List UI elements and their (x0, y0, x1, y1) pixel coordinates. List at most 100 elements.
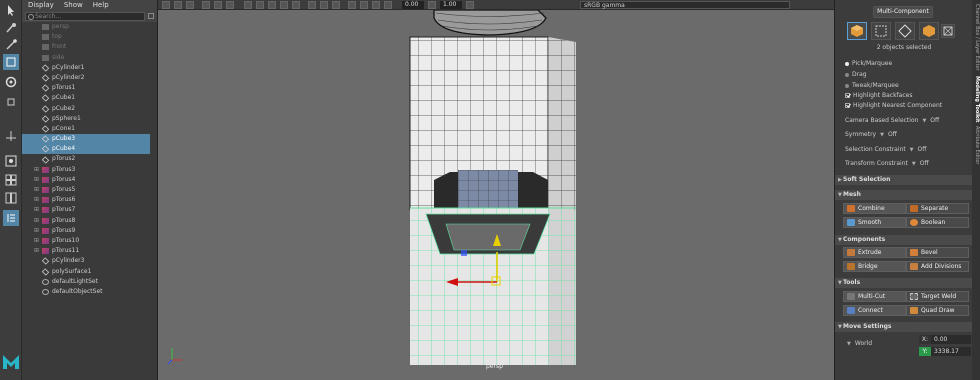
extrude-button[interactable]: Extrude (843, 247, 906, 258)
smooth-button[interactable]: Smooth (843, 217, 906, 228)
pick-marquee-option[interactable]: Pick/Marquee (845, 60, 892, 67)
outliner-item[interactable]: ⊞ pTorus5 (22, 185, 150, 195)
y-value-field[interactable]: 3338.17 (931, 347, 971, 356)
object-mode-icon[interactable] (847, 22, 867, 40)
paint-select-tool-icon[interactable] (3, 36, 19, 52)
outliner-item[interactable]: front (22, 42, 150, 52)
gamma-icon[interactable] (428, 1, 436, 9)
face-mode-icon[interactable] (919, 22, 939, 40)
textured-icon[interactable] (280, 1, 288, 9)
menu-show[interactable]: Show (64, 0, 83, 10)
wireframe-icon[interactable] (244, 1, 252, 9)
outliner-item[interactable]: ⊞ pTorus11 (22, 246, 150, 256)
add-divisions-button[interactable]: Add Divisions (906, 261, 969, 272)
expand-toggle-icon[interactable]: ⊞ (34, 236, 40, 246)
highlight-backfaces-checkbox[interactable]: Highlight Backfaces (845, 92, 912, 99)
rotate-tool-icon[interactable] (3, 74, 19, 90)
resolution-gate-icon[interactable] (226, 1, 234, 9)
shadows-icon[interactable] (308, 1, 316, 9)
two-pane-layout-icon[interactable] (3, 190, 19, 206)
color-space-select[interactable]: sRGB gamma (580, 1, 790, 9)
bridge-button[interactable]: Bridge (843, 261, 906, 272)
camera-based-selection-row[interactable]: Camera Based Selection ▼ Off (845, 117, 939, 124)
menu-display[interactable]: Display (28, 0, 54, 10)
tab-attribute-editor[interactable]: Attribute Editor (972, 126, 980, 164)
menu-help[interactable]: Help (93, 0, 109, 10)
highlight-nearest-checkbox[interactable]: Highlight Nearest Component (845, 102, 942, 109)
outliner-item[interactable]: ⊞ pTorus9 (22, 226, 150, 236)
outliner-item[interactable]: polySurface1 (22, 267, 150, 277)
outliner-item[interactable]: defaultObjectSet (22, 287, 150, 297)
bookmark-icon[interactable] (174, 1, 182, 9)
tweak-marquee-option[interactable]: Tweak/Marquee (845, 82, 899, 89)
outliner-item[interactable]: side (22, 53, 150, 63)
tools-section-header[interactable]: ▼ Tools (835, 278, 973, 288)
outliner-search-input[interactable]: Search... (25, 11, 145, 21)
outliner-item[interactable]: ⊞ pTorus7 (22, 205, 150, 215)
move-tool-icon[interactable] (3, 54, 19, 70)
anti-aliasing-icon[interactable] (332, 1, 340, 9)
expand-toggle-icon[interactable]: ⊞ (34, 185, 40, 195)
tab-channel-box[interactable]: Channel Box / Layer Editor (972, 4, 980, 71)
search-options-icon[interactable] (148, 13, 154, 19)
outliner-item[interactable]: pCube3 (22, 134, 150, 145)
x-value-field[interactable]: 0.00 (931, 335, 971, 344)
single-pane-layout-icon[interactable] (3, 153, 19, 169)
outliner-item[interactable]: defaultLightSet (22, 277, 150, 287)
perspective-viewport[interactable]: persp (158, 10, 834, 380)
smooth-shade-icon[interactable] (256, 1, 264, 9)
outliner-item[interactable]: pCylinder3 (22, 256, 150, 266)
outliner-item[interactable]: top (22, 32, 150, 42)
vertex-mode-icon[interactable] (871, 22, 891, 40)
wireframe-on-shaded-icon[interactable] (268, 1, 276, 9)
exposure-field[interactable]: 0.00 (402, 1, 424, 9)
film-gate-icon[interactable] (214, 1, 222, 9)
camera-attributes-icon[interactable] (162, 1, 170, 9)
outliner-item[interactable]: pTorus2 (22, 154, 150, 164)
multi-component-button[interactable]: Multi-Component (873, 6, 933, 18)
select-tool-icon[interactable] (3, 2, 19, 18)
expand-toggle-icon[interactable]: ⊞ (34, 205, 40, 215)
xray-joints-icon[interactable] (372, 1, 380, 9)
mesh-section-header[interactable]: ▼ Mesh (835, 190, 973, 200)
uv-mode-icon[interactable] (941, 24, 955, 38)
combine-button[interactable]: Combine (843, 203, 906, 214)
edge-mode-icon[interactable] (895, 22, 915, 40)
symmetry-row[interactable]: Symmetry ▼ Off (845, 131, 897, 138)
boolean-button[interactable]: Boolean (906, 217, 969, 228)
separate-button[interactable]: Separate (906, 203, 969, 214)
grid-toggle-icon[interactable] (202, 1, 210, 9)
scale-tool-icon[interactable] (3, 94, 19, 110)
outliner-item[interactable]: pCube4 (22, 144, 150, 155)
outliner-item[interactable]: pCone1 (22, 124, 150, 134)
outliner-item[interactable]: pTorus1 (22, 83, 150, 93)
outliner-item[interactable]: pSphere1 (22, 114, 150, 124)
xray-icon[interactable] (360, 1, 368, 9)
connect-button[interactable]: Connect (843, 305, 906, 316)
expand-toggle-icon[interactable]: ⊞ (34, 175, 40, 185)
expand-toggle-icon[interactable]: ⊞ (34, 216, 40, 226)
outliner-item[interactable]: pCube1 (22, 93, 150, 103)
bevel-button[interactable]: Bevel (906, 247, 969, 258)
selection-constraint-row[interactable]: Selection Constraint ▼ Off (845, 146, 926, 153)
outliner-item[interactable]: ⊞ pTorus8 (22, 216, 150, 226)
expand-toggle-icon[interactable]: ⊞ (34, 165, 40, 175)
expand-toggle-icon[interactable]: ⊞ (34, 195, 40, 205)
outliner-item[interactable]: persp (22, 22, 150, 32)
four-pane-layout-icon[interactable] (3, 172, 19, 188)
quad-draw-button[interactable]: Quad Draw (906, 305, 969, 316)
lighting-icon[interactable] (292, 1, 300, 9)
outliner-item[interactable]: pCube2 (22, 104, 150, 114)
outliner-layout-icon[interactable] (3, 210, 19, 226)
lasso-tool-icon[interactable] (3, 20, 19, 36)
components-section-header[interactable]: ▼ Components (835, 235, 973, 245)
expand-toggle-icon[interactable]: ⊞ (34, 226, 40, 236)
soft-mod-tool-icon[interactable] (3, 128, 19, 144)
outliner-item[interactable]: ⊞ pTorus3 (22, 165, 150, 175)
move-settings-header[interactable]: ▼ Move Settings (835, 322, 973, 332)
xray-components-icon[interactable] (384, 1, 392, 9)
color-management-icon[interactable] (466, 1, 474, 9)
isolate-select-icon[interactable] (348, 1, 356, 9)
expand-toggle-icon[interactable]: ⊞ (34, 246, 40, 256)
target-weld-button[interactable]: Target Weld (906, 291, 969, 302)
